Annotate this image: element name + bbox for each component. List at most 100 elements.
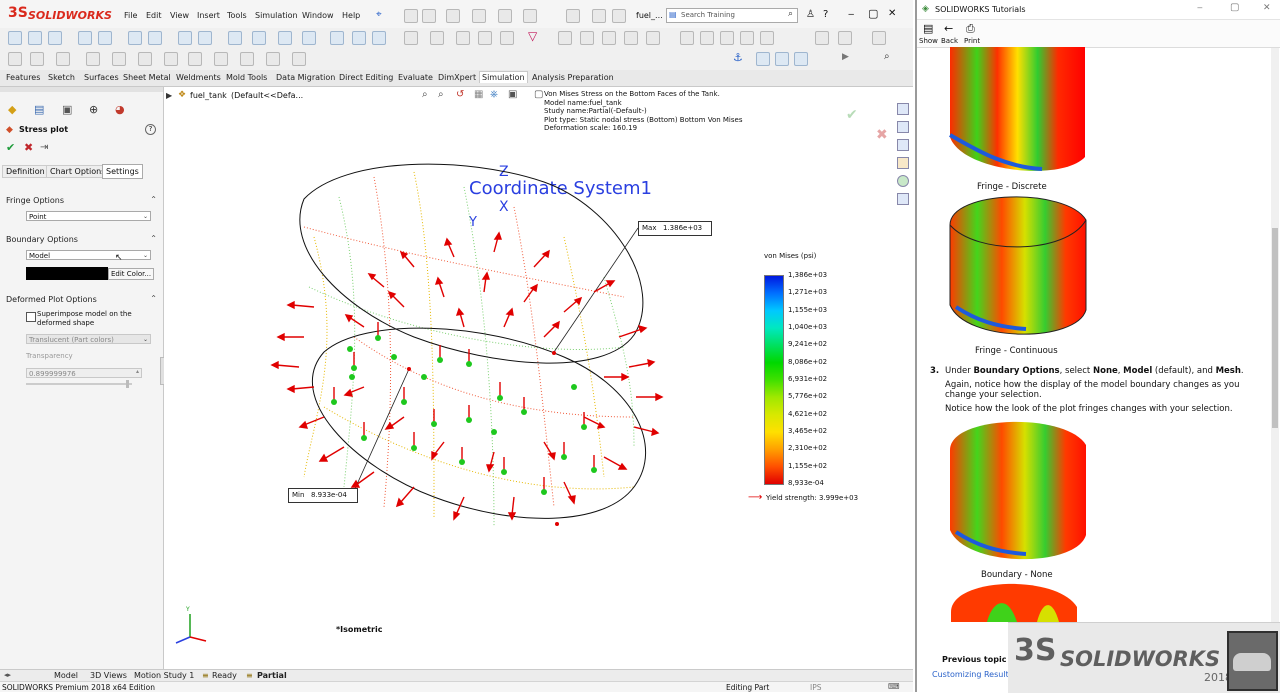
tutorial-close-button[interactable]: ✕: [1263, 3, 1271, 13]
pushpin-icon[interactable]: ⇥: [40, 142, 48, 153]
tab-mold-tools[interactable]: Mold Tools: [224, 72, 269, 83]
toolbar-icon-4[interactable]: [78, 31, 92, 45]
toolbar-icon-7[interactable]: [148, 31, 162, 45]
toolbar-icon-37[interactable]: [56, 52, 70, 66]
toolbar-icon-44[interactable]: [240, 52, 254, 66]
previous-topic-link[interactable]: Previous topic: [942, 655, 1006, 664]
boundary-options-select[interactable]: Model ⌄: [26, 250, 151, 260]
menu-view[interactable]: View: [170, 11, 189, 20]
toolbar-icon-30[interactable]: [740, 31, 754, 45]
search-input[interactable]: Search Training: [681, 11, 735, 19]
toolbar-icon-26[interactable]: [646, 31, 660, 45]
new-document-icon[interactable]: [422, 9, 436, 23]
property-manager-icon[interactable]: ▤: [34, 103, 44, 116]
toolbar-icon-8[interactable]: [178, 31, 192, 45]
undo-icon[interactable]: [523, 9, 537, 23]
customizing-result-link[interactable]: Customizing Result: [932, 670, 1009, 679]
menu-simulation[interactable]: Simulation: [255, 11, 298, 20]
menu-insert[interactable]: Insert: [197, 11, 220, 20]
toolbar-icon-43[interactable]: [214, 52, 228, 66]
tab-analysis-preparation[interactable]: Analysis Preparation: [530, 72, 616, 83]
toolbar-icon-20[interactable]: [478, 31, 492, 45]
feature-tree-icon[interactable]: ◆: [8, 103, 16, 116]
toolbar-icon-27[interactable]: [680, 31, 694, 45]
toolbar-icon-10[interactable]: [228, 31, 242, 45]
toolbar-icon-33[interactable]: [838, 31, 852, 45]
toolbar-icon-11[interactable]: [252, 31, 266, 45]
toolbar-icon-41[interactable]: [164, 52, 178, 66]
open-icon[interactable]: [446, 9, 460, 23]
toolbar-icon-12[interactable]: [278, 31, 292, 45]
show-icon[interactable]: ▤: [923, 22, 933, 35]
tab-direct-editing[interactable]: Direct Editing: [337, 72, 395, 83]
tab-evaluate[interactable]: Evaluate: [396, 72, 435, 83]
toolbar-icon-1[interactable]: [8, 31, 22, 45]
toolbar-icon-6[interactable]: [128, 31, 142, 45]
tab-ready[interactable]: Ready: [212, 671, 237, 680]
toolbar-icon-31[interactable]: [760, 31, 774, 45]
menu-help[interactable]: Help: [342, 11, 360, 20]
home-icon[interactable]: [404, 9, 418, 23]
tab-sheet-metal[interactable]: Sheet Metal: [121, 72, 173, 83]
fringe-collapse-icon[interactable]: ⌃: [150, 195, 157, 204]
search-magnifier-icon[interactable]: ⌕: [788, 9, 793, 19]
print-button[interactable]: Print: [964, 37, 980, 45]
tab-settings[interactable]: Settings: [102, 164, 143, 179]
menu-edit[interactable]: Edit: [146, 11, 162, 20]
graphics-area[interactable]: ▶ ❖ fuel_tank (Default<<Defa... ⌕ ⌕ ↺ ▦ …: [164, 87, 913, 669]
options-gear-icon[interactable]: [612, 9, 626, 23]
tutorial-scroll-thumb[interactable]: [1272, 228, 1278, 428]
back-arrow-icon[interactable]: ←: [944, 22, 953, 35]
toolbar-icon-21[interactable]: [500, 31, 514, 45]
toolbar-icon-49[interactable]: [794, 52, 808, 66]
maximize-button[interactable]: ▢: [868, 7, 878, 20]
toolbar-icon-22[interactable]: [558, 31, 572, 45]
help-icon[interactable]: ?: [823, 9, 828, 20]
toolbar-icon-2[interactable]: [28, 31, 42, 45]
toolbar-icon-38[interactable]: [86, 52, 100, 66]
toolbar-icon-42[interactable]: [188, 52, 202, 66]
printer-icon[interactable]: ⎙: [966, 22, 975, 36]
minimize-button[interactable]: ‒: [848, 9, 854, 20]
help-button[interactable]: ?: [145, 124, 156, 135]
status-icons[interactable]: ⌨: [888, 682, 900, 691]
toolbar-icon-23[interactable]: [580, 31, 594, 45]
fringe-options-select[interactable]: Point ⌄: [26, 211, 151, 221]
toolbar-icon-36[interactable]: [30, 52, 44, 66]
boundary-collapse-icon[interactable]: ⌃: [150, 234, 157, 243]
toolbar-icon-29[interactable]: [720, 31, 734, 45]
close-button[interactable]: ✕: [888, 8, 896, 19]
back-button[interactable]: Back: [941, 37, 958, 45]
toolbar-icon-35[interactable]: [8, 52, 22, 66]
tab-data-migration[interactable]: Data Migration: [274, 72, 337, 83]
toolbar-icon-47[interactable]: [756, 52, 770, 66]
toolbar-icon-40[interactable]: [138, 52, 152, 66]
tab-surfaces[interactable]: Surfaces: [82, 72, 121, 83]
print-icon[interactable]: [498, 9, 512, 23]
toolbar-icon-13[interactable]: [302, 31, 316, 45]
toolbar-icon-16[interactable]: [372, 31, 386, 45]
toolbar-icon-19[interactable]: [456, 31, 470, 45]
status-units[interactable]: IPS: [810, 683, 822, 692]
tutorial-scrollbar[interactable]: [1271, 48, 1279, 648]
toolbar-icon-46[interactable]: [292, 52, 306, 66]
tab-weldments[interactable]: Weldments: [174, 72, 223, 83]
tab-scroll-icon[interactable]: ◂▸: [4, 671, 11, 679]
superimpose-checkbox[interactable]: [26, 312, 36, 322]
toolbar-icon-34[interactable]: [872, 31, 886, 45]
cancel-x-icon[interactable]: ✖: [24, 141, 33, 154]
toolbar-icon-25[interactable]: [624, 31, 638, 45]
toolbar-icon-5[interactable]: [98, 31, 112, 45]
pin-icon[interactable]: ⌖: [376, 9, 382, 20]
toolbar-icon-18[interactable]: [430, 31, 444, 45]
toolbar-icon-3[interactable]: [48, 31, 62, 45]
rebuild-icon[interactable]: [592, 9, 606, 23]
tab-sketch[interactable]: Sketch: [46, 72, 77, 83]
tab-chart-options[interactable]: Chart Options: [46, 165, 110, 178]
menu-tools[interactable]: Tools: [227, 11, 247, 20]
tab-simulation[interactable]: Simulation: [479, 71, 528, 83]
tab-definition[interactable]: Definition: [2, 165, 49, 178]
search-box[interactable]: ▤ Search Training ⌕: [666, 8, 798, 23]
dimxpert-manager-icon[interactable]: ⊕: [89, 103, 98, 116]
menu-window[interactable]: Window: [302, 11, 334, 20]
